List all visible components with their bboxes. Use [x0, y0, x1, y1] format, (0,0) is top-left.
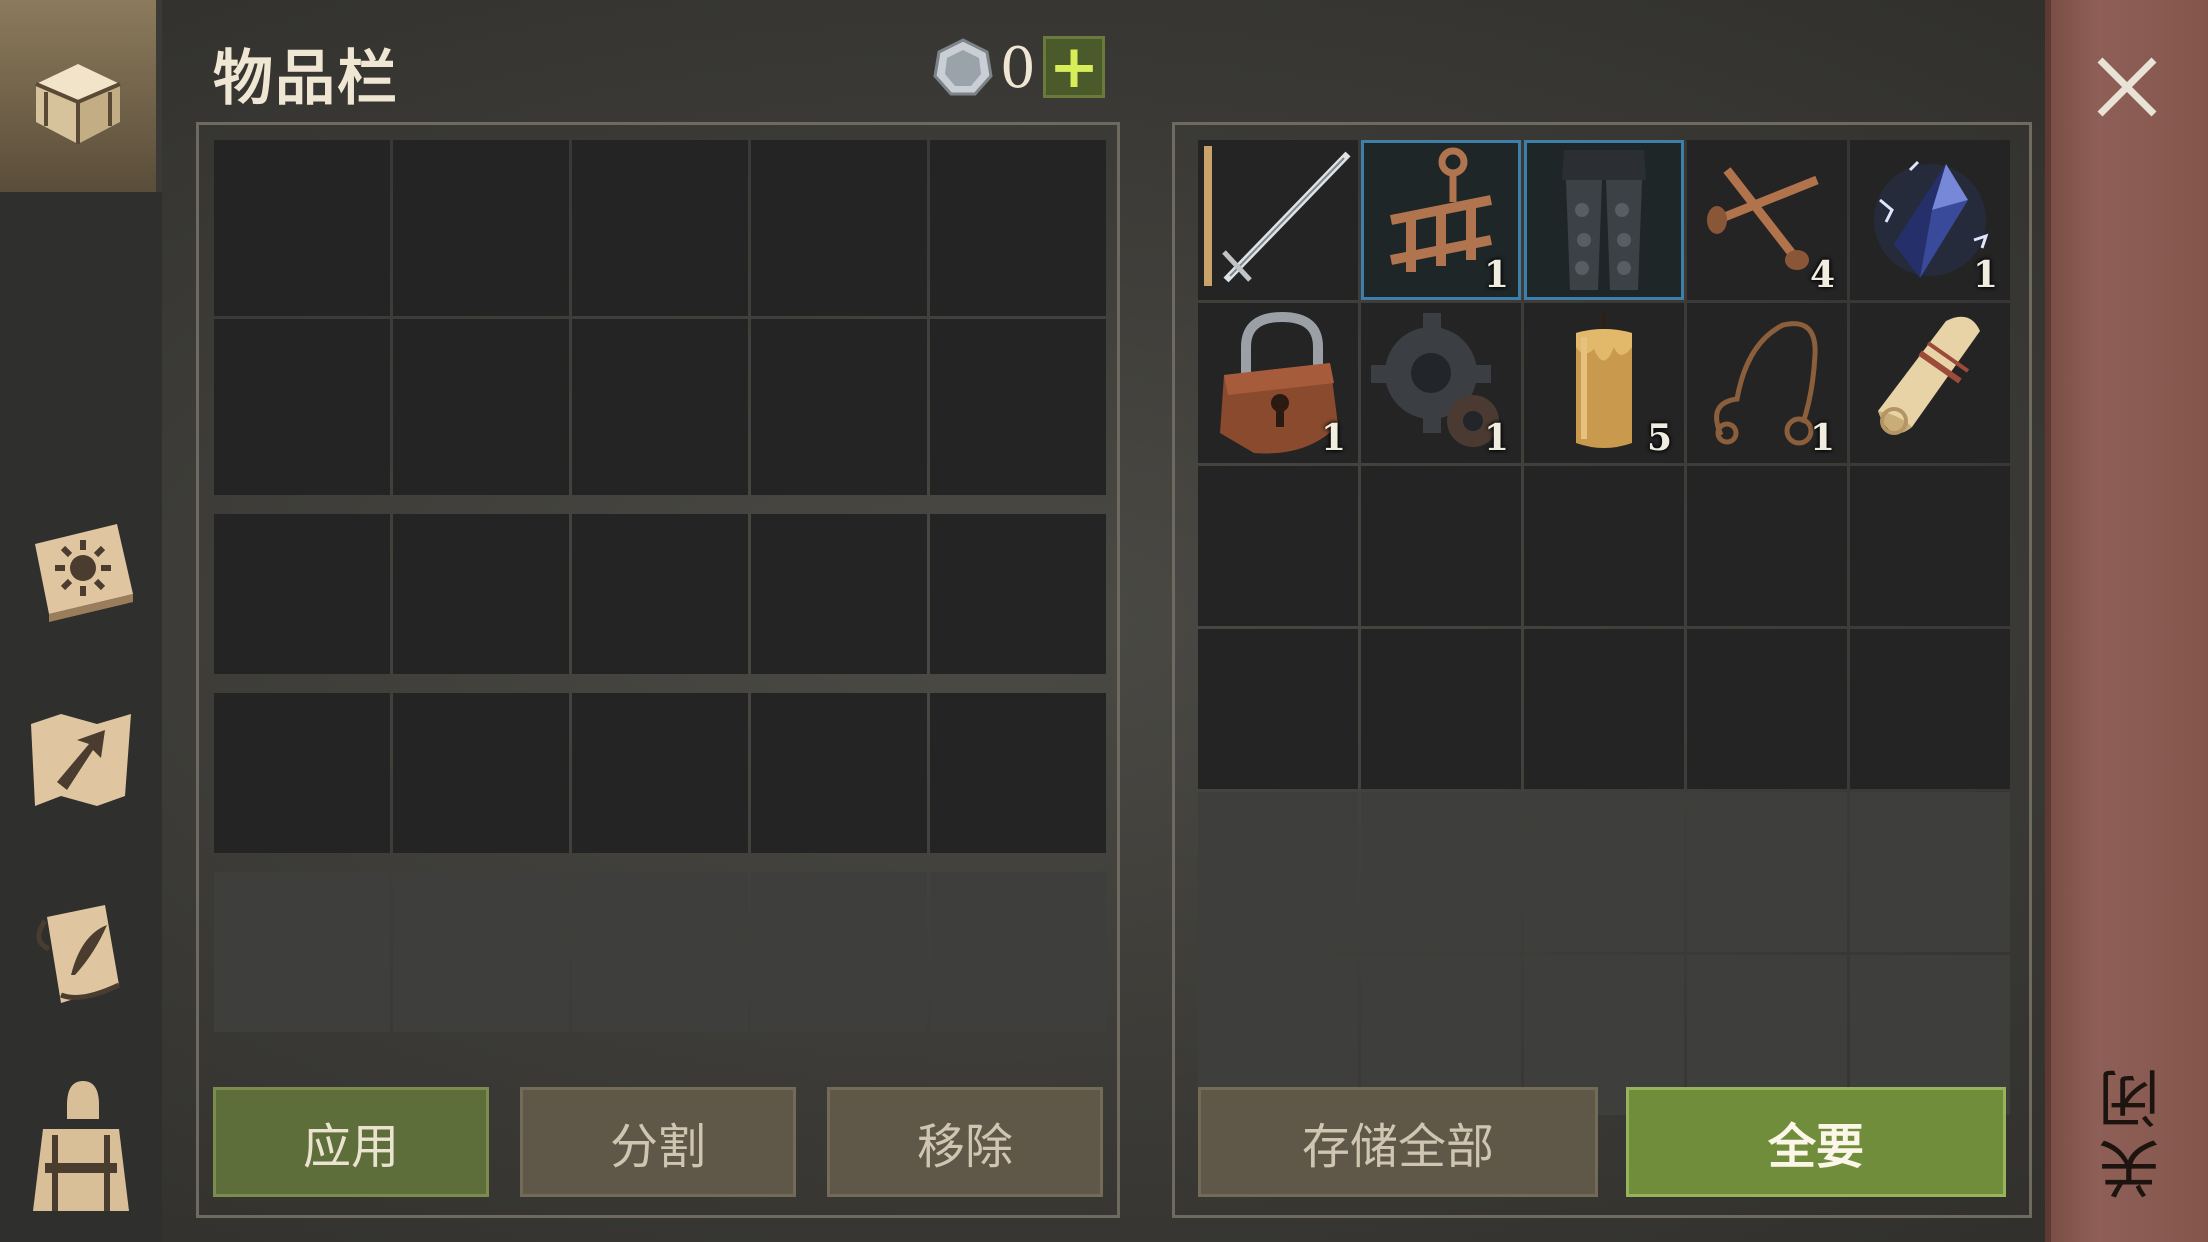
storage-slot[interactable]: [751, 319, 927, 495]
sidebar: [0, 0, 162, 1242]
close-icon[interactable]: [2092, 52, 2162, 122]
storage-slot[interactable]: [930, 514, 1106, 674]
silver-coin-icon: [933, 38, 993, 96]
close-label[interactable]: 关闭: [2090, 1060, 2180, 1200]
storage-slot[interactable]: [214, 514, 390, 674]
add-currency-button[interactable]: +: [1043, 36, 1105, 98]
storage-slot[interactable]: [572, 514, 748, 674]
tab-character[interactable]: [0, 1060, 162, 1230]
tab-journal[interactable]: [0, 885, 162, 1025]
storage-slot[interactable]: [930, 140, 1106, 316]
inventory-slot[interactable]: [1361, 466, 1521, 626]
inventory-slot-padlock[interactable]: 1: [1198, 303, 1358, 463]
inventory-slot[interactable]: [1361, 629, 1521, 789]
quill-scroll-icon: [36, 905, 121, 1003]
inventory-slot[interactable]: [1524, 466, 1684, 626]
tab-inventory[interactable]: [0, 0, 162, 192]
storage-slot[interactable]: [751, 514, 927, 674]
inventory-slot-sword[interactable]: [1198, 140, 1358, 300]
storage-slot[interactable]: [572, 693, 748, 853]
inventory-slot-crystal[interactable]: 1: [1850, 140, 2010, 300]
take-all-button[interactable]: 全要: [1626, 1087, 2006, 1197]
page-title: 物品栏: [213, 44, 399, 114]
tab-skills[interactable]: [0, 500, 162, 640]
tab-map[interactable]: [0, 690, 162, 830]
storage-slot[interactable]: [572, 319, 748, 495]
inventory-slot[interactable]: [1850, 629, 2010, 789]
storage-slot[interactable]: [930, 693, 1106, 853]
storage-slot[interactable]: [393, 319, 569, 495]
inventory-slot[interactable]: [1687, 792, 1847, 952]
backpack-character-icon: [33, 1081, 129, 1211]
storage-slot[interactable]: [393, 514, 569, 674]
inventory-grid: 1 4 1 1 1 5 1: [1198, 140, 2010, 1115]
storage-slot[interactable]: [214, 319, 390, 495]
map-arrow-icon: [31, 714, 131, 806]
inventory-slot-wooden-contraption[interactable]: 1: [1361, 140, 1521, 300]
inventory-slot-paper-scroll[interactable]: [1850, 303, 2010, 463]
inventory-slot[interactable]: [1198, 792, 1358, 952]
inventory-slot-nails[interactable]: 4: [1687, 140, 1847, 300]
currency-amount: 0: [1000, 36, 1036, 101]
sword-icon: [1204, 146, 1351, 286]
leg-armor-icon: [1562, 150, 1646, 290]
inventory-slot[interactable]: [1524, 629, 1684, 789]
inventory-slot[interactable]: [1850, 466, 2010, 626]
close-strip[interactable]: [2045, 0, 2208, 1242]
storage-slot[interactable]: [751, 872, 927, 1032]
inventory-slot[interactable]: [1850, 792, 2010, 952]
item-quantity: 1: [1972, 254, 1998, 296]
split-button[interactable]: 分割: [520, 1087, 796, 1197]
storage-grid: [214, 140, 1106, 1032]
storage-slot[interactable]: [572, 872, 748, 1032]
storage-slot[interactable]: [751, 693, 927, 853]
storage-slot[interactable]: [572, 140, 748, 316]
sun-book-icon: [35, 524, 133, 622]
item-quantity: 4: [1809, 254, 1835, 296]
apply-button[interactable]: 应用: [213, 1087, 489, 1197]
storage-slot[interactable]: [393, 693, 569, 853]
item-quantity: 1: [1483, 254, 1509, 296]
store-all-button[interactable]: 存储全部: [1198, 1087, 1598, 1197]
item-quantity: 5: [1646, 417, 1672, 459]
inventory-slot[interactable]: [1524, 792, 1684, 952]
remove-button[interactable]: 移除: [827, 1087, 1103, 1197]
storage-slot[interactable]: [214, 140, 390, 316]
inventory-slot[interactable]: [1687, 629, 1847, 789]
item-quantity: 1: [1483, 417, 1509, 459]
storage-slot[interactable]: [214, 872, 390, 1032]
storage-slot[interactable]: [751, 140, 927, 316]
inventory-slot[interactable]: [1687, 466, 1847, 626]
storage-slot[interactable]: [930, 872, 1106, 1032]
inventory-slot[interactable]: [1361, 792, 1521, 952]
storage-slot[interactable]: [930, 319, 1106, 495]
item-quantity: 1: [1809, 417, 1835, 459]
paper-scroll-icon: [1878, 316, 1980, 435]
storage-slot[interactable]: [393, 140, 569, 316]
inventory-slot-gear[interactable]: 1: [1361, 303, 1521, 463]
inventory-slot[interactable]: [1198, 466, 1358, 626]
storage-slot[interactable]: [214, 693, 390, 853]
inventory-slot[interactable]: [1198, 629, 1358, 789]
inventory-slot-leg-armor[interactable]: [1524, 140, 1684, 300]
treasure-chest-icon: [35, 64, 121, 144]
plus-icon: +: [1048, 32, 1100, 102]
storage-slot[interactable]: [393, 872, 569, 1032]
inventory-slot-rope[interactable]: 1: [1687, 303, 1847, 463]
inventory-slot-candle[interactable]: 5: [1524, 303, 1684, 463]
item-quantity: 1: [1320, 417, 1346, 459]
